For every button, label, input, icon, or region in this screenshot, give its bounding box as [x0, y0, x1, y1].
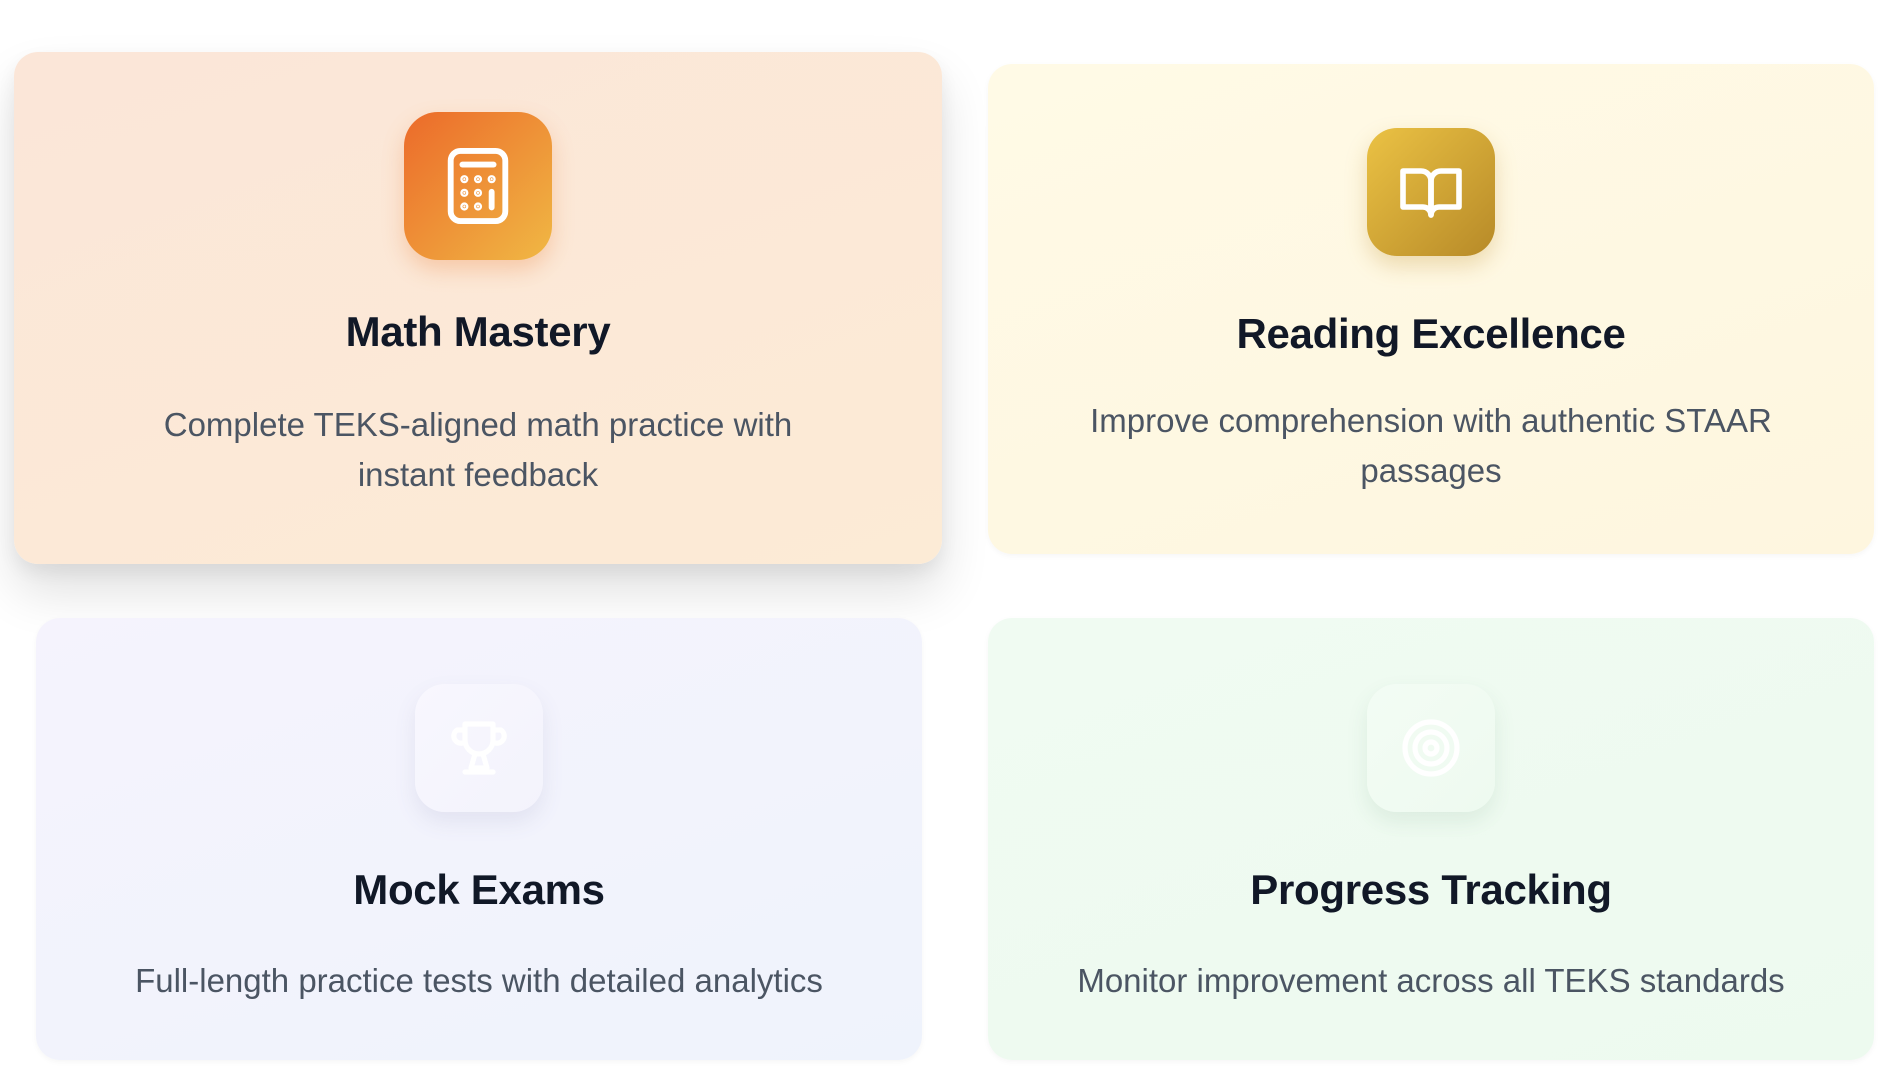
math-icon-tile [404, 112, 552, 260]
trophy-icon [451, 721, 507, 775]
card-description: Monitor improvement across all TEKS stan… [1077, 962, 1785, 999]
book-open-icon [1400, 168, 1462, 218]
reading-icon-tile [1367, 128, 1495, 256]
calculator-icon [447, 147, 509, 225]
feature-card-mock-exams[interactable]: Mock Exams Full-length practice tests wi… [36, 618, 922, 1060]
feature-card-reading-excellence[interactable]: Reading Excellence Improve comprehension… [988, 64, 1874, 554]
card-description: Complete TEKS-aligned math practice with… [163, 406, 793, 493]
target-icon [1402, 719, 1460, 777]
card-title: Progress Tracking [1250, 866, 1612, 913]
progress-icon-tile [1367, 684, 1495, 812]
feature-card-progress-tracking[interactable]: Progress Tracking Monitor improvement ac… [988, 618, 1874, 1060]
card-title: Math Mastery [345, 308, 611, 355]
card-description: Full-length practice tests with detailed… [135, 962, 823, 999]
card-description: Improve comprehension with authentic STA… [1090, 402, 1772, 489]
features-grid: Math Mastery Complete TEKS-aligned math … [0, 0, 1898, 1086]
card-title: Reading Excellence [1236, 310, 1626, 357]
mock-exams-icon-tile [415, 684, 543, 812]
card-title: Mock Exams [353, 866, 605, 913]
feature-card-math-mastery[interactable]: Math Mastery Complete TEKS-aligned math … [14, 52, 942, 564]
